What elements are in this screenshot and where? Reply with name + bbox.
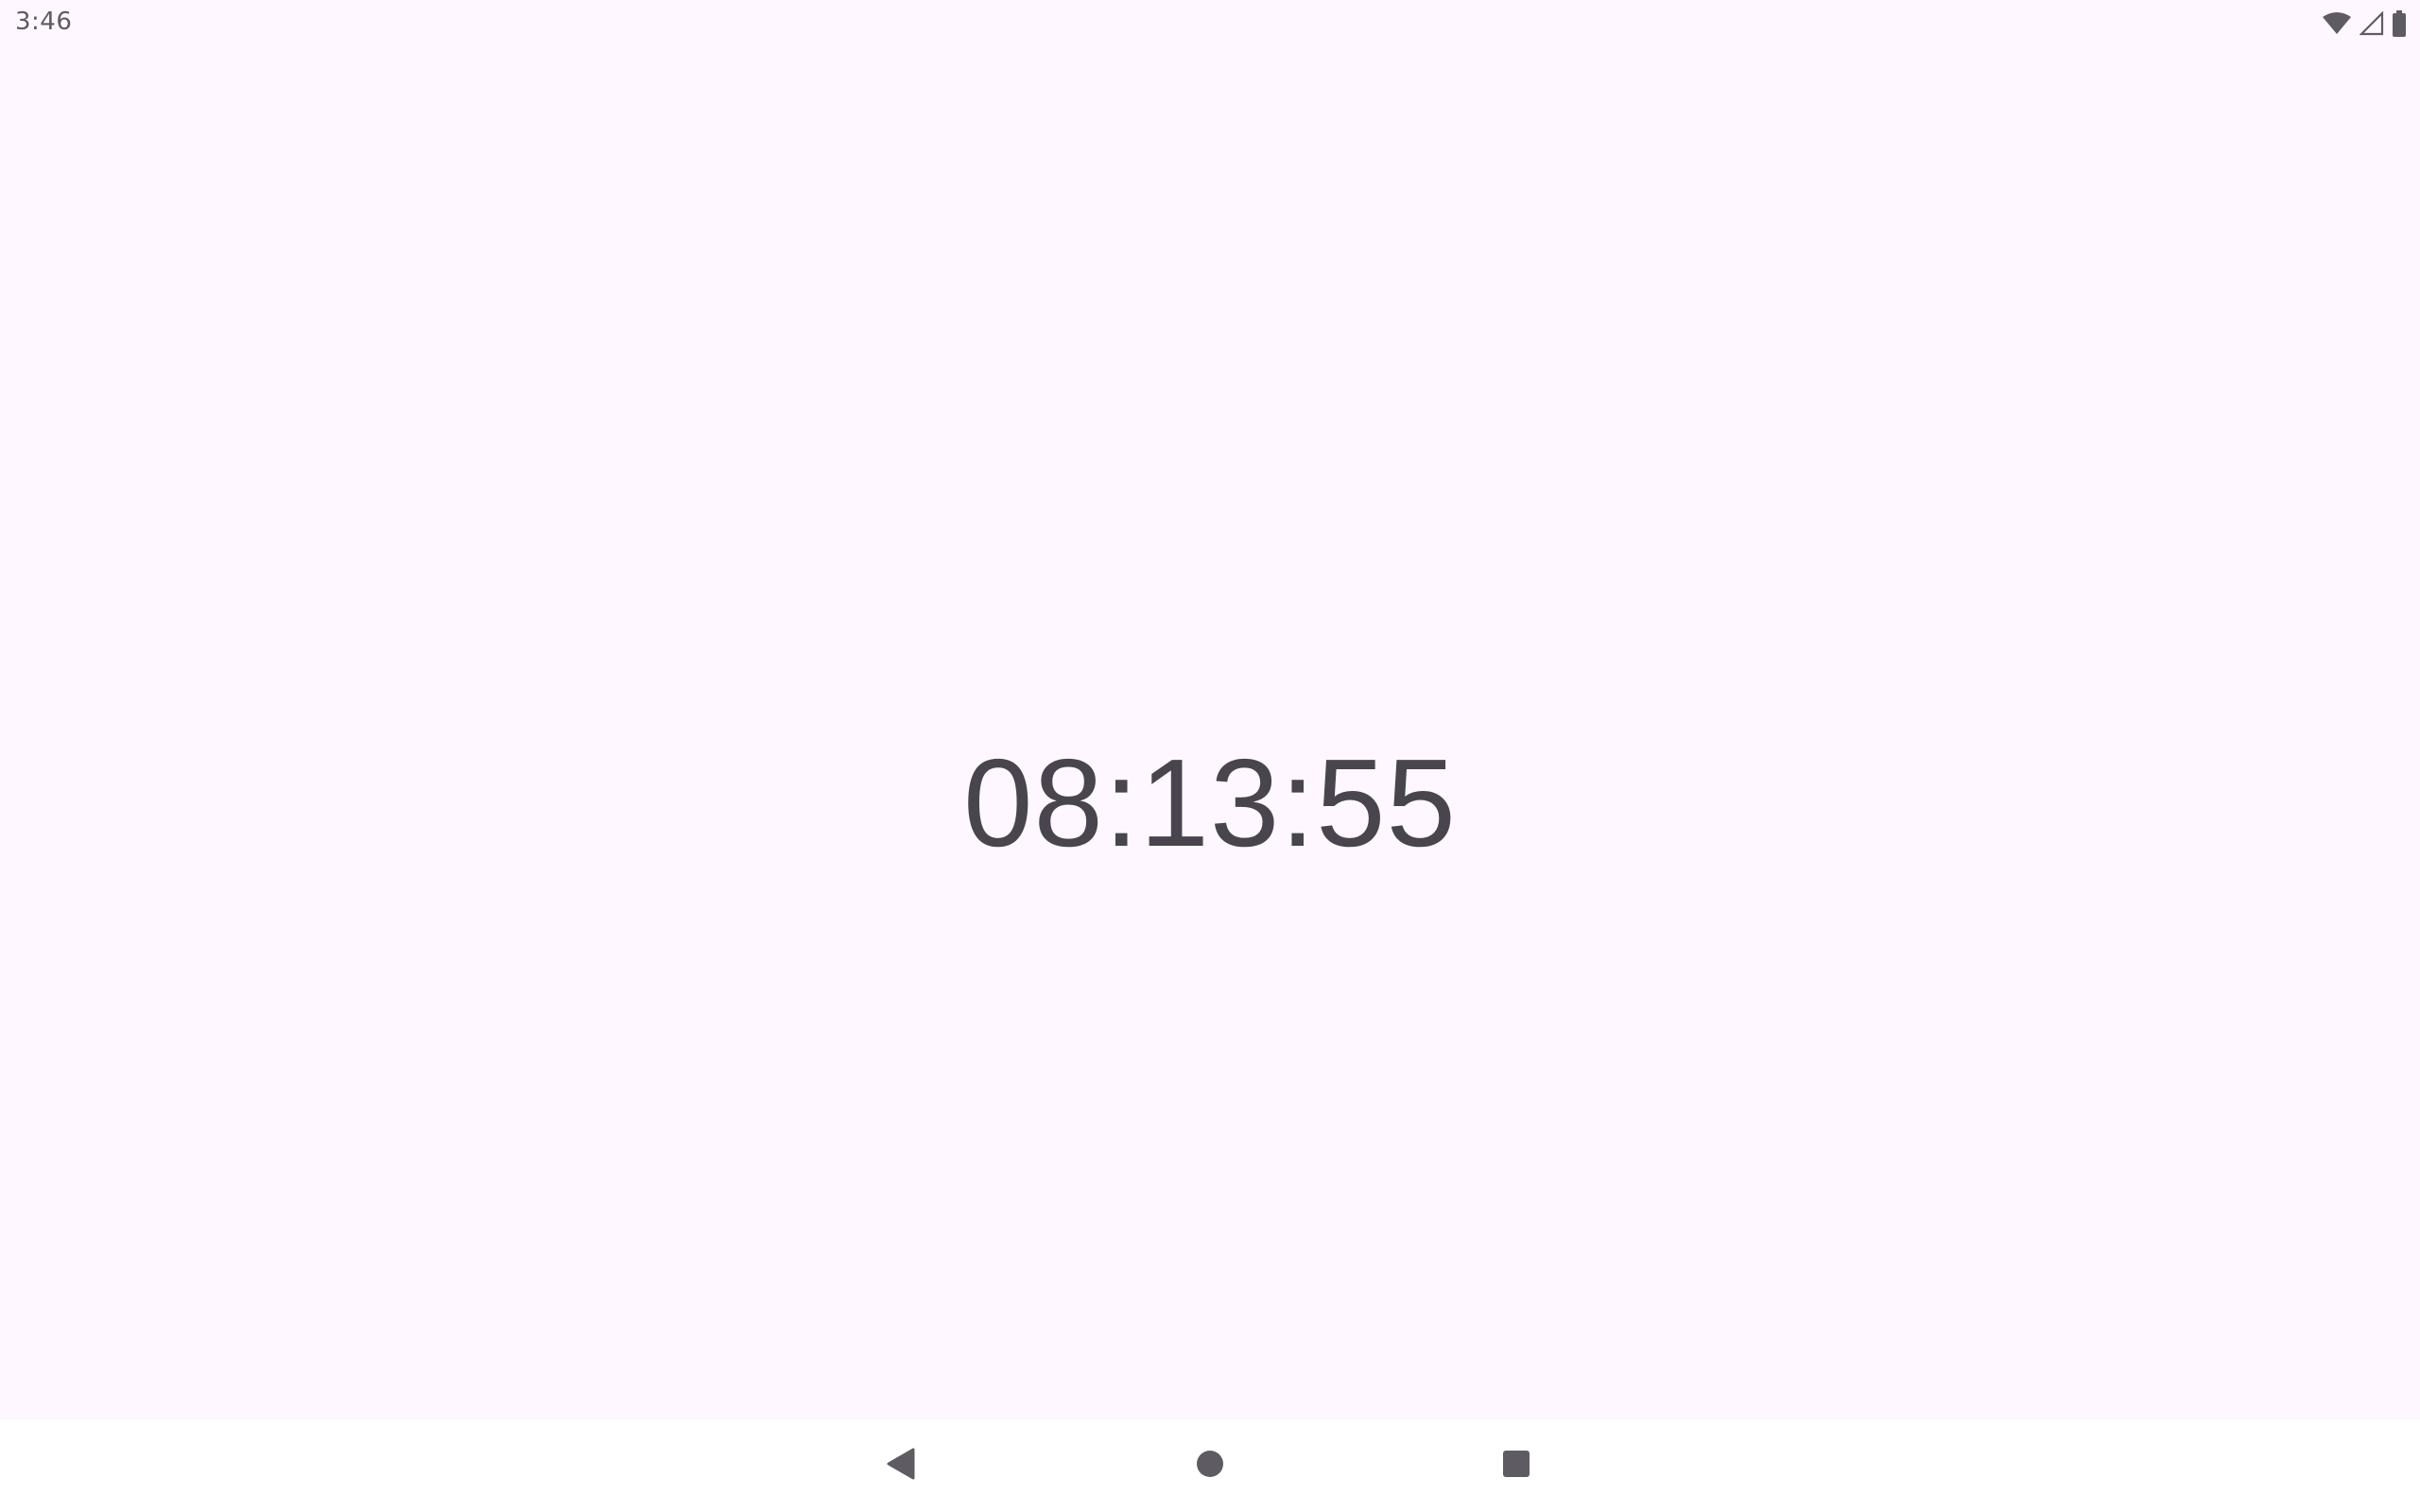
cell-signal-icon bbox=[2360, 11, 2384, 36]
wifi-icon bbox=[2322, 11, 2352, 36]
recents-icon bbox=[1501, 1449, 1531, 1483]
status-bar: 3:46 bbox=[0, 0, 2420, 47]
clock-display: 08:13:55 bbox=[963, 733, 1457, 872]
back-button[interactable] bbox=[877, 1442, 925, 1489]
home-icon bbox=[1195, 1449, 1225, 1483]
navigation-bar bbox=[0, 1419, 2420, 1512]
recents-button[interactable] bbox=[1493, 1442, 1540, 1489]
home-button[interactable] bbox=[1186, 1442, 1234, 1489]
main-content: 08:13:55 bbox=[0, 47, 2420, 1419]
back-icon bbox=[885, 1448, 917, 1484]
status-time: 3:46 bbox=[15, 8, 73, 36]
battery-icon bbox=[2392, 10, 2407, 37]
status-icons bbox=[2322, 9, 2407, 38]
